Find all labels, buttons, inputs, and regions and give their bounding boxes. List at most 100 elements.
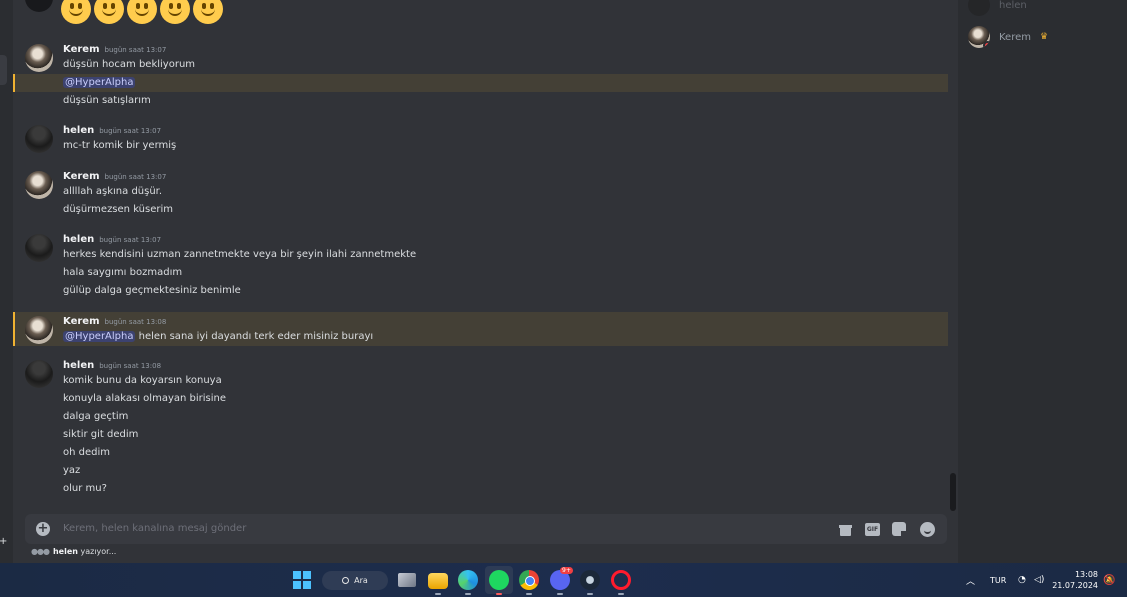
avatar[interactable] (25, 0, 53, 12)
emoji-message (61, 0, 223, 30)
member-list: helen Kerem ♛ (958, 0, 1127, 563)
chrome-icon[interactable] (519, 570, 539, 590)
message-group-highlighted: Kerem bugün saat 13:08 @HyperAlpha helen… (13, 312, 948, 346)
message-author[interactable]: helen (63, 234, 94, 245)
message-author[interactable]: Kerem (63, 44, 100, 55)
chat-scrollbar[interactable] (948, 0, 958, 511)
server-rail-edge: + (0, 0, 13, 563)
system-clock[interactable]: 13:08 21.07.2024 (1052, 563, 1098, 597)
member-name: Kerem (999, 31, 1031, 43)
running-indicator (496, 593, 502, 595)
scrollbar-thumb[interactable] (950, 473, 956, 511)
message-input[interactable] (63, 523, 763, 534)
message-composer: + GIF (25, 514, 947, 544)
gift-icon[interactable] (838, 522, 853, 537)
windows-start-icon[interactable] (292, 570, 312, 590)
avatar[interactable] (25, 125, 53, 153)
dnd-status-icon (983, 41, 990, 48)
gif-button[interactable]: GIF (865, 523, 880, 536)
wifi-icon[interactable]: ◔ (1018, 563, 1026, 597)
message-row: düşsün satışlarım (13, 92, 948, 110)
message-group: helen bugün saat 13:07 mc-tr komik bir y… (13, 122, 948, 156)
task-view-icon[interactable] (398, 573, 416, 587)
file-explorer-icon[interactable] (428, 573, 448, 589)
smiley-emoji-icon (127, 0, 157, 24)
message-text: siktir git dedim (63, 429, 139, 440)
message-author[interactable]: Kerem (63, 171, 100, 182)
message-text: düşürmezsen küserim (63, 204, 174, 215)
message-timestamp: bugün saat 13:07 (99, 127, 162, 135)
chat-area: Kerem bugün saat 13:07 düşsün hocam bekl… (13, 0, 958, 563)
avatar[interactable] (25, 171, 53, 199)
message-text: düşsün hocam bekliyorum (63, 59, 196, 70)
opera-icon[interactable] (611, 570, 631, 590)
steam-icon[interactable] (580, 570, 600, 590)
volume-icon[interactable]: ◁) (1034, 563, 1044, 597)
user-mention[interactable]: @HyperAlpha (63, 77, 136, 88)
message-text: komik bunu da koyarsın konuya (63, 375, 222, 386)
running-indicator (618, 593, 624, 595)
message-timestamp: bugün saat 13:07 (104, 173, 167, 181)
clock-date: 21.07.2024 (1052, 581, 1098, 590)
message-list[interactable]: Kerem bugün saat 13:07 düşsün hocam bekl… (13, 0, 948, 510)
message-text: konuyla alakası olmayan birisine (63, 393, 226, 404)
avatar[interactable] (25, 234, 53, 262)
message-group: Kerem bugün saat 13:07 düşsün hocam bekl… (13, 40, 948, 74)
smiley-emoji-icon (61, 0, 91, 24)
user-mention[interactable]: @HyperAlpha (63, 331, 136, 342)
message-text: oh dedim (63, 447, 111, 458)
taskbar-search[interactable]: Ara (322, 571, 388, 590)
search-icon (342, 577, 350, 584)
attach-plus-button[interactable]: + (36, 522, 50, 536)
message-text: allllah aşkına düşür. (63, 186, 163, 197)
message-timestamp: bugün saat 13:07 (104, 46, 167, 54)
message-timestamp: bugün saat 13:07 (99, 236, 162, 244)
avatar (968, 26, 990, 48)
message-text: düşsün satışlarım (63, 95, 151, 106)
edge-browser-icon[interactable] (458, 570, 478, 590)
smiley-emoji-icon (193, 0, 223, 24)
message-text: hala saygımı bozmadım (63, 267, 183, 278)
avatar[interactable] (25, 44, 53, 72)
discord-notification-badge: 9+ (560, 567, 573, 574)
running-indicator (526, 593, 532, 595)
message-group: helen bugün saat 13:07 herkes kendisini … (13, 231, 948, 301)
running-indicator (435, 593, 441, 595)
language-indicator[interactable]: TUR (990, 563, 1006, 597)
member-item-kerem[interactable]: Kerem ♛ (968, 26, 1048, 48)
mention-highlight-row: @HyperAlpha (13, 74, 948, 92)
running-indicator (557, 593, 563, 595)
message-author[interactable]: helen (63, 360, 94, 371)
clock-time: 13:08 (1074, 570, 1098, 579)
message-text: mc-tr komik bir yermiş (63, 140, 177, 151)
avatar[interactable] (25, 316, 53, 344)
running-indicator (587, 593, 593, 595)
member-item-helen[interactable]: helen (968, 0, 1027, 16)
windows-taskbar: Ara 9+ ︿ TUR ◔ ◁) 13:08 21.07.2024 🔕 (0, 563, 1127, 597)
message-author[interactable]: helen (63, 125, 94, 136)
avatar[interactable] (25, 360, 53, 388)
message-text: herkes kendisini uzman zannetmekte veya … (63, 249, 417, 260)
message-timestamp: bugün saat 13:08 (99, 362, 162, 370)
typing-indicator: ●●● helen yazıyor... (31, 547, 116, 556)
notification-bell-icon[interactable]: 🔕 (1103, 563, 1115, 597)
smiley-emoji-icon (94, 0, 124, 24)
typing-user: helen (52, 547, 78, 556)
message-timestamp: bugün saat 13:08 (104, 318, 167, 326)
discord-window: + Kerem bugün saat 13:07 düşsün hocam be… (0, 0, 1127, 597)
message-text: dalga geçtim (63, 411, 129, 422)
message-author[interactable]: Kerem (63, 316, 100, 327)
server-indicator-pill[interactable] (0, 55, 7, 85)
typing-dots-icon: ●●● (31, 547, 50, 556)
search-label: Ara (354, 576, 368, 585)
message-text: helen sana iyi dayandı terk eder misiniz… (135, 331, 374, 342)
sticker-icon[interactable] (892, 522, 906, 536)
smiley-emoji-icon (160, 0, 190, 24)
chevron-up-icon[interactable]: ︿ (966, 563, 975, 597)
message-text: yaz (63, 465, 81, 476)
member-name: helen (999, 0, 1027, 11)
emoji-picker-icon[interactable] (920, 522, 935, 537)
spotify-icon[interactable] (489, 570, 509, 590)
rail-plus-icon[interactable]: + (0, 536, 7, 547)
avatar (968, 0, 990, 16)
